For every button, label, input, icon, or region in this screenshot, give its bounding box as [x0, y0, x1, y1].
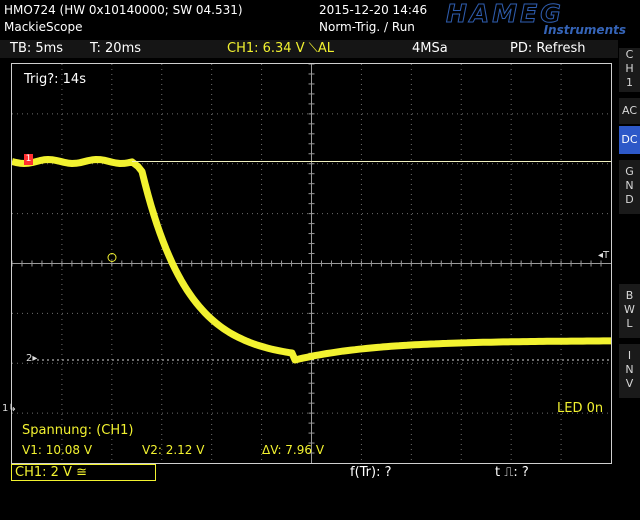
sidebar-ch-letter: C	[625, 48, 634, 61]
scope-screen[interactable]	[11, 63, 612, 464]
freq-trigger[interactable]: f(Tr): ?	[350, 465, 392, 480]
trigger-time[interactable]: T: 20ms	[90, 41, 141, 56]
cursor2-marker[interactable]: 2▸	[26, 353, 37, 364]
sample-rate[interactable]: 4MSa	[412, 41, 448, 56]
logo-subtext: Instruments	[543, 23, 626, 37]
gnd-letter: G	[625, 165, 634, 178]
coupling-gnd-button[interactable]: G N D	[619, 160, 640, 214]
measure-dv: ΔV: 7.96 V	[262, 443, 325, 457]
scope-display	[11, 63, 611, 463]
led-label: LED 0n	[557, 401, 604, 416]
ch1-setting-box[interactable]: CH1: 2 V ≅	[11, 464, 156, 481]
ch1-setting: CH1: 2 V ≅	[15, 465, 87, 480]
dc-label: DC	[621, 133, 638, 146]
sidebar-ch-letter: 1	[626, 76, 633, 89]
trigger-level-marker[interactable]: ◂T	[598, 250, 609, 261]
ch1-marker[interactable]: 1	[24, 154, 33, 165]
status-bar: TB: 5ms T: 20ms CH1: 6.34 V ⟍AL 4MSa PD:…	[0, 40, 618, 58]
datetime: 2015-12-20 14:46	[319, 3, 428, 17]
pulse-width[interactable]: t ⎍: ?	[495, 465, 529, 480]
coupling-ac-button[interactable]: AC	[619, 98, 640, 124]
timebase[interactable]: TB: 5ms	[10, 41, 63, 56]
trigger-level-label: T	[603, 250, 610, 261]
measure-title: Spannung: (CH1)	[22, 423, 134, 438]
ch1-marker-label: 1	[25, 154, 32, 164]
acquire-mode[interactable]: PD: Refresh	[510, 41, 585, 56]
measure-v1: V1: 10.08 V	[22, 443, 93, 457]
bwl-letter: W	[624, 303, 635, 316]
inv-letter: I	[627, 349, 632, 362]
hameg-logo: HAMEG Instruments	[446, 0, 632, 37]
gnd-letter: D	[625, 193, 634, 206]
bandwidth-limit-button[interactable]: B W L	[619, 284, 640, 338]
trig-label: Trig?: 14s	[24, 72, 86, 87]
bwl-letter: L	[626, 317, 633, 330]
measure-v2: V2: 2.12 V	[142, 443, 205, 457]
device-info: HMO724 (HW 0x10140000; SW 04.531)	[4, 3, 243, 17]
channel-level[interactable]: CH1: 6.34 V ⟍AL	[227, 41, 334, 56]
scope-name: MackieScope	[4, 20, 83, 34]
inv-letter: N	[625, 363, 634, 376]
bwl-letter: B	[625, 289, 634, 302]
coupling-dc-button[interactable]: DC	[619, 126, 640, 154]
invert-button[interactable]: I N V	[619, 344, 640, 398]
inv-letter: V	[625, 377, 634, 390]
trigger-state: Norm-Trig. / Run	[319, 20, 415, 34]
sidebar-channel[interactable]: C H 1	[619, 48, 640, 92]
sidebar-ch-letter: H	[625, 62, 634, 75]
ground-marker: 1↳	[2, 403, 17, 414]
grid	[11, 63, 611, 463]
gnd-letter: N	[625, 179, 634, 192]
ac-label: AC	[621, 104, 637, 117]
